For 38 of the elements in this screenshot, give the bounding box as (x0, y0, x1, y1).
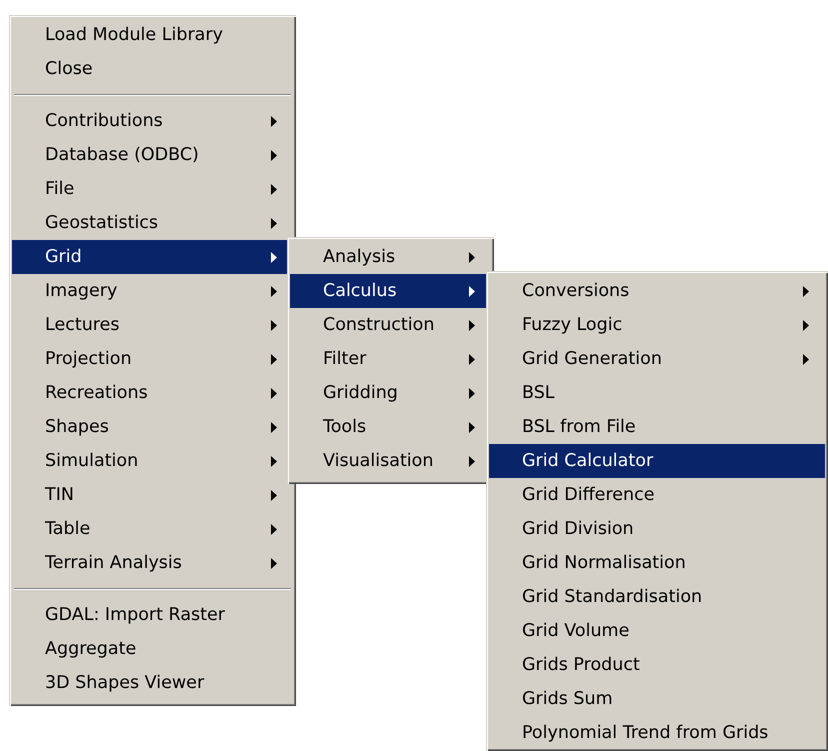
menu-item[interactable]: TIN (12, 478, 293, 512)
menu-item[interactable]: Terrain Analysis (12, 546, 293, 580)
menu-item[interactable]: Lectures (12, 308, 293, 342)
menu-item[interactable]: Grid Calculator (489, 444, 825, 478)
menu-item[interactable]: Grid Normalisation (489, 546, 825, 580)
menu-item[interactable]: Database (ODBC) (12, 138, 293, 172)
menu-item[interactable]: Projection (12, 342, 293, 376)
menu-item[interactable]: Construction (290, 308, 491, 342)
menu-item[interactable]: Polynomial Trend from Grids (489, 716, 825, 750)
menu-item[interactable]: GDAL: Import Raster (12, 598, 293, 632)
menu-item[interactable]: Shapes (12, 410, 293, 444)
menu-item[interactable]: Imagery (12, 274, 293, 308)
menu-item[interactable]: Grids Sum (489, 682, 825, 716)
menu-item[interactable]: Conversions (489, 274, 825, 308)
menu-item[interactable]: BSL (489, 376, 825, 410)
menu-item[interactable]: Table (12, 512, 293, 546)
menu-item[interactable]: Load Module Library (12, 18, 293, 52)
menu-item[interactable]: Grid Generation (489, 342, 825, 376)
menu-item[interactable]: Visualisation (290, 444, 491, 478)
menu-item[interactable]: Analysis (290, 240, 491, 274)
menu-item[interactable]: Grid Difference (489, 478, 825, 512)
menu-item[interactable]: BSL from File (489, 410, 825, 444)
menu-item[interactable]: Gridding (290, 376, 491, 410)
menu-item[interactable]: Grid Standardisation (489, 580, 825, 614)
menu-item[interactable]: Recreations (12, 376, 293, 410)
menu-item[interactable]: Fuzzy Logic (489, 308, 825, 342)
menu-item[interactable]: Simulation (12, 444, 293, 478)
menu-item[interactable]: Grids Product (489, 648, 825, 682)
menu-item[interactable]: Grid Division (489, 512, 825, 546)
menu-item[interactable]: Filter (290, 342, 491, 376)
menu-item[interactable]: Geostatistics (12, 206, 293, 240)
menu-item[interactable]: Tools (290, 410, 491, 444)
menu-item[interactable]: 3D Shapes Viewer (12, 666, 293, 700)
menu-item[interactable]: Contributions (12, 104, 293, 138)
menu-item[interactable]: Close (12, 52, 293, 86)
menu-item[interactable]: File (12, 172, 293, 206)
menu-item[interactable]: Aggregate (12, 632, 293, 666)
menu-item[interactable]: Grid Volume (489, 614, 825, 648)
